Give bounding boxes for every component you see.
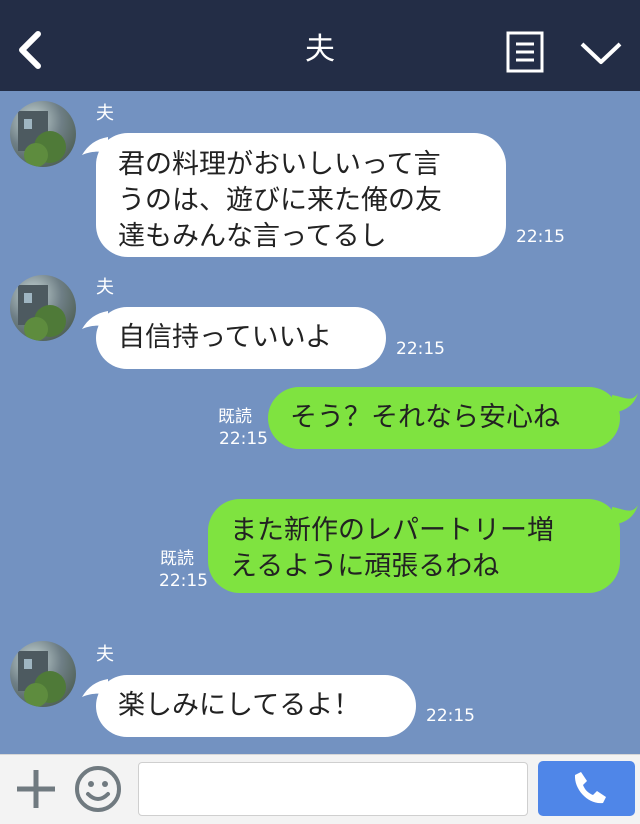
collapse-button[interactable]	[578, 34, 624, 70]
message-text: 楽しみにしてるよ！	[118, 690, 361, 721]
message-time: 22:15	[516, 227, 565, 247]
message-bubble[interactable]: 自信持っていいよ	[96, 307, 386, 369]
plus-icon	[17, 770, 55, 808]
avatar[interactable]	[10, 275, 76, 341]
call-button[interactable]	[538, 761, 635, 816]
bubble-tail	[612, 393, 638, 413]
sender-name: 夫	[96, 103, 114, 124]
message-input[interactable]	[138, 762, 528, 816]
message-bubble[interactable]: そう？それなら安心ね	[268, 387, 620, 449]
message-text: また新作のレパートリー増 えるように頑張るわね	[230, 515, 554, 582]
message-text: そう？それなら安心ね	[290, 402, 560, 433]
message-bubble[interactable]: また新作のレパートリー増 えるように頑張るわね	[208, 499, 620, 593]
emoji-button[interactable]	[74, 765, 122, 813]
input-bar	[0, 754, 640, 824]
read-receipt: 既読	[218, 407, 252, 427]
add-button[interactable]	[14, 767, 58, 811]
sender-name: 夫	[96, 277, 114, 298]
message-time: 22:15	[219, 429, 268, 449]
read-receipt: 既読	[160, 549, 194, 569]
message-bubble[interactable]: 楽しみにしてるよ！	[96, 675, 416, 737]
message-time: 22:15	[396, 339, 445, 359]
list-icon	[506, 31, 544, 73]
bubble-tail	[612, 505, 638, 525]
message-time: 22:15	[426, 706, 475, 726]
message-list[interactable]: 夫 君の料理がおいしいって言 うのは、遊びに来た俺の友 達もみんな言ってるし 2…	[0, 91, 640, 754]
message-bubble[interactable]: 君の料理がおいしいって言 うのは、遊びに来た俺の友 達もみんな言ってるし	[96, 133, 506, 257]
menu-button[interactable]	[506, 31, 544, 73]
chevron-down-icon	[580, 42, 622, 64]
phone-icon	[574, 772, 606, 804]
message-time: 22:15	[159, 571, 208, 591]
chat-title: 夫	[305, 32, 335, 67]
avatar[interactable]	[10, 641, 76, 707]
sender-name: 夫	[96, 644, 114, 665]
avatar[interactable]	[10, 101, 76, 167]
smiley-icon	[75, 766, 121, 812]
message-text: 君の料理がおいしいって言 うのは、遊びに来た俺の友 達もみんな言ってるし	[118, 149, 442, 252]
chat-header: 夫	[0, 0, 640, 91]
message-text: 自信持っていいよ	[118, 322, 333, 353]
